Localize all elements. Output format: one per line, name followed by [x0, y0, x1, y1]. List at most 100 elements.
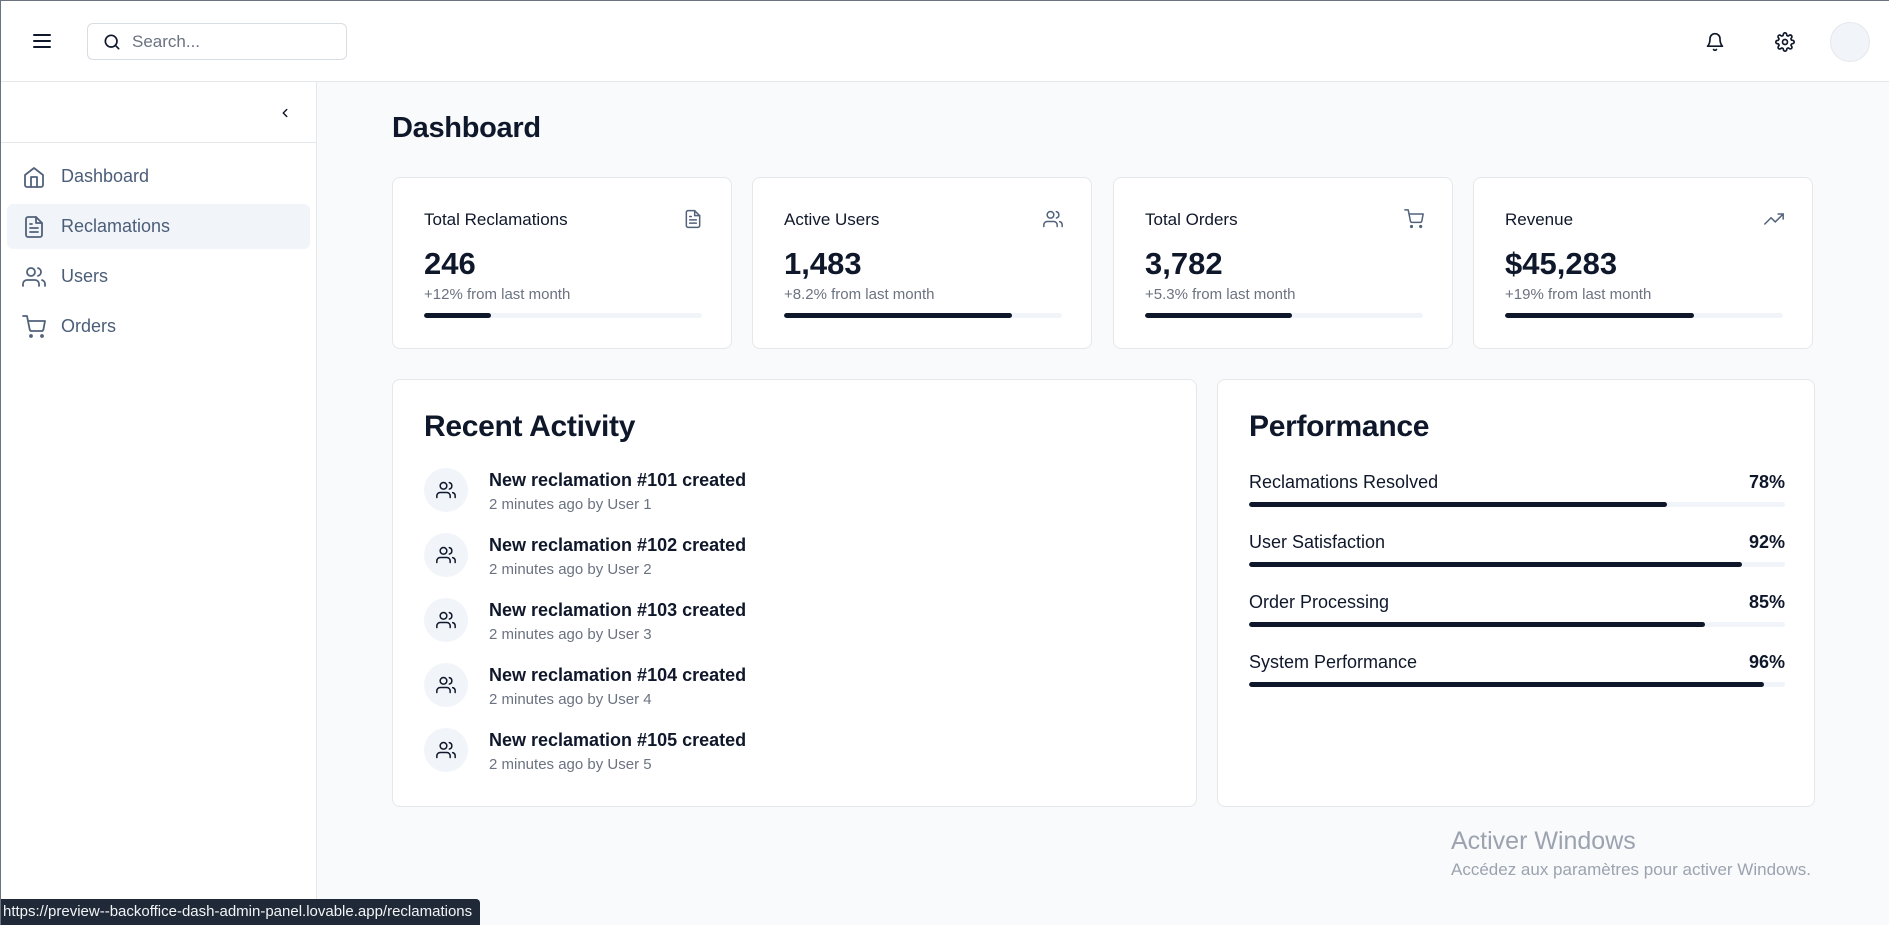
- file-icon: [685, 209, 701, 229]
- sidebar-item-orders[interactable]: Orders: [7, 304, 310, 349]
- stat-progress-fill: [1145, 313, 1293, 318]
- sidebar-item-dashboard[interactable]: Dashboard: [7, 154, 310, 199]
- performance-label: Order Processing: [1249, 592, 1390, 612]
- performance-label: Reclamations Resolved: [1249, 472, 1439, 492]
- performance-row: User Satisfaction 92%: [1249, 532, 1785, 592]
- activity-list: New reclamation #101 created 2 minutes a…: [424, 468, 746, 793]
- chevron-left-icon: [282, 108, 288, 118]
- list-item: New reclamation #105 created 2 minutes a…: [424, 728, 746, 793]
- search-box[interactable]: [87, 23, 347, 60]
- performance-track: [1249, 682, 1785, 687]
- stat-progress-track: [1505, 313, 1783, 318]
- stat-card-active-users: Active Users 1,483 +8.2% from last month: [752, 177, 1092, 349]
- performance-percent: 78%: [1748, 472, 1785, 492]
- stat-progress-fill: [784, 313, 1012, 318]
- users-icon: [1043, 210, 1063, 228]
- list-item: New reclamation #104 created 2 minutes a…: [424, 663, 746, 728]
- performance-label: User Satisfaction: [1249, 532, 1386, 552]
- users-icon: [436, 481, 456, 499]
- stat-change: +8.2% from last month: [784, 286, 935, 303]
- cart-icon: [22, 314, 46, 338]
- user-avatar[interactable]: [1830, 22, 1870, 62]
- performance-percent: 92%: [1748, 532, 1785, 552]
- bell-icon: [1706, 32, 1724, 52]
- watermark-subtitle: Accédez aux paramètres pour activer Wind…: [1451, 860, 1811, 879]
- home-icon: [24, 166, 44, 188]
- activity-subtitle: 2 minutes ago by User 4: [489, 691, 652, 708]
- performance-percent: 85%: [1748, 592, 1785, 612]
- gear-icon: [1775, 32, 1795, 52]
- trending-up-icon: [1764, 213, 1784, 225]
- stat-progress-track: [424, 313, 702, 318]
- stat-progress-track: [784, 313, 1062, 318]
- stat-title: Revenue: [1505, 210, 1574, 229]
- users-icon: [436, 611, 456, 629]
- sidebar-nav: Dashboard Reclamations Users Orders: [1, 143, 316, 349]
- activity-title: New reclamation #103 created: [489, 600, 747, 620]
- collapse-sidebar-button[interactable]: [273, 101, 297, 125]
- list-item: New reclamation #102 created 2 minutes a…: [424, 533, 746, 598]
- performance-list: Reclamations Resolved 78% User Satisfact…: [1249, 472, 1785, 712]
- sidebar-item-reclamations[interactable]: Reclamations: [7, 204, 310, 249]
- search-input[interactable]: [132, 31, 332, 52]
- panel-title: Recent Activity: [424, 410, 636, 443]
- activity-avatar: [424, 533, 468, 577]
- activity-subtitle: 2 minutes ago by User 3: [489, 626, 652, 643]
- stat-change: +19% from last month: [1505, 286, 1652, 303]
- stat-card-total-reclamations: Total Reclamations 246 +12% from last mo…: [392, 177, 732, 349]
- watermark-title: Activer Windows: [1451, 827, 1636, 855]
- main-content: Dashboard Total Reclamations 246 +12% fr…: [317, 82, 1889, 925]
- performance-row: System Performance 96%: [1249, 652, 1785, 712]
- stat-change: +12% from last month: [424, 286, 571, 303]
- activity-title: New reclamation #101 created: [489, 470, 747, 490]
- file-icon: [25, 215, 43, 238]
- users-icon: [22, 266, 46, 287]
- cart-icon: [1404, 209, 1424, 229]
- performance-fill: [1249, 682, 1764, 687]
- top-bar: [1, 1, 1889, 82]
- sidebar-item-label: Dashboard: [61, 166, 150, 186]
- stat-card-revenue: Revenue $45,283 +19% from last month: [1473, 177, 1813, 349]
- performance-label: System Performance: [1249, 652, 1418, 672]
- performance-percent: 96%: [1748, 652, 1785, 672]
- stat-progress-fill: [1505, 313, 1695, 318]
- users-icon: [436, 676, 456, 694]
- status-bar-url: https://preview--backoffice-dash-admin-p…: [1, 899, 481, 925]
- performance-track: [1249, 502, 1785, 507]
- notifications-button[interactable]: [1698, 25, 1732, 59]
- users-icon: [436, 741, 456, 759]
- activity-avatar: [424, 663, 468, 707]
- activity-subtitle: 2 minutes ago by User 2: [489, 561, 652, 578]
- performance-fill: [1249, 562, 1743, 567]
- stat-title: Total Reclamations: [424, 210, 568, 229]
- performance-row: Reclamations Resolved 78%: [1249, 472, 1785, 532]
- performance-fill: [1249, 502, 1668, 507]
- stat-title: Active Users: [784, 210, 880, 229]
- list-item: New reclamation #103 created 2 minutes a…: [424, 598, 746, 663]
- settings-button[interactable]: [1768, 25, 1802, 59]
- panel-title: Performance: [1249, 410, 1430, 443]
- recent-activity-panel: Recent Activity New reclamation #101 cre…: [392, 379, 1197, 807]
- menu-button[interactable]: [27, 27, 57, 55]
- activity-avatar: [424, 728, 468, 772]
- activity-subtitle: 2 minutes ago by User 1: [489, 496, 652, 513]
- search-icon: [104, 34, 120, 50]
- activity-avatar: [424, 468, 468, 512]
- stat-title: Total Orders: [1145, 210, 1238, 229]
- sidebar-header: [1, 82, 316, 143]
- activity-title: New reclamation #105 created: [489, 730, 747, 750]
- sidebar-item-users[interactable]: Users: [7, 254, 310, 299]
- activity-subtitle: 2 minutes ago by User 5: [489, 756, 652, 773]
- sidebar-item-label: Orders: [61, 316, 117, 336]
- performance-panel: Performance Reclamations Resolved 78% Us…: [1217, 379, 1815, 807]
- sidebar: Dashboard Reclamations Users Orders: [1, 82, 317, 925]
- stat-value: 3,782: [1145, 246, 1223, 281]
- activity-title: New reclamation #104 created: [489, 665, 747, 685]
- stat-card-total-orders: Total Orders 3,782 +5.3% from last month: [1113, 177, 1453, 349]
- stat-value: $45,283: [1505, 246, 1618, 281]
- users-icon: [436, 546, 456, 564]
- performance-row: Order Processing 85%: [1249, 592, 1785, 652]
- stat-progress-fill: [424, 313, 491, 318]
- list-item: New reclamation #101 created 2 minutes a…: [424, 468, 746, 533]
- performance-track: [1249, 562, 1785, 567]
